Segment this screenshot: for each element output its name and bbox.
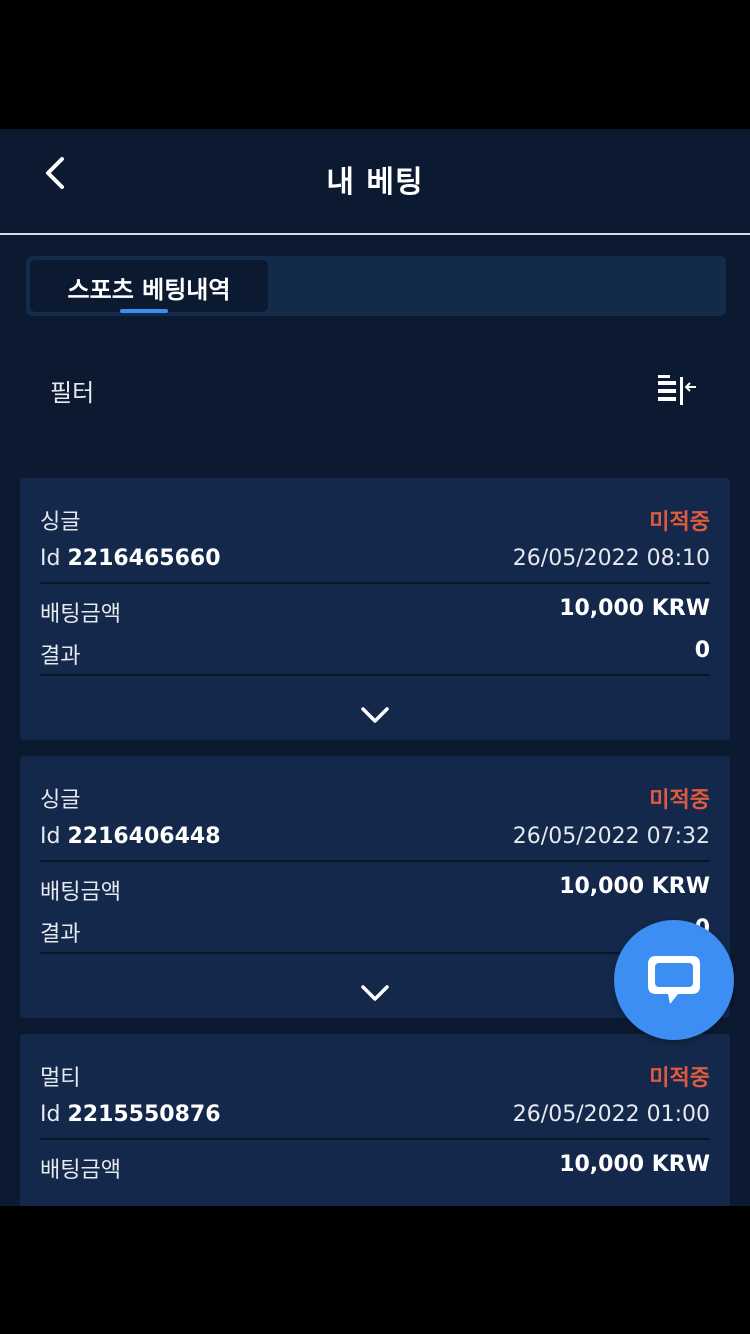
- bet-datetime: 26/05/2022 01:00: [512, 1102, 710, 1127]
- bet-type-row: 싱글 미적중: [40, 504, 710, 540]
- bet-result-row: 결과 0: [40, 638, 710, 674]
- bet-status: 미적중: [649, 510, 710, 535]
- bet-id-label: Id: [40, 1102, 61, 1127]
- divider: [40, 860, 710, 862]
- chevron-down-icon: [361, 985, 389, 1001]
- bet-status: 미적중: [649, 1066, 710, 1091]
- result-label: 결과: [40, 644, 81, 669]
- bet-datetime: 26/05/2022 08:10: [512, 546, 710, 571]
- divider: [40, 674, 710, 676]
- stake-label: 배팅금액: [40, 1158, 121, 1183]
- live-chat-button[interactable]: [614, 920, 734, 1040]
- divider: [40, 582, 710, 584]
- bet-card[interactable]: 싱글 미적중 Id 2216465660 26/05/2022 08:10 배팅…: [20, 478, 730, 740]
- bet-id-row: Id 2216465660 26/05/2022 08:10: [40, 546, 710, 582]
- bet-id-label: Id: [40, 546, 61, 571]
- chat-bubble-icon: [648, 956, 700, 1004]
- bet-type-row: 싱글 미적중: [40, 782, 710, 818]
- filter-label[interactable]: 필터: [50, 373, 94, 408]
- filter-collapse-icon: [658, 375, 696, 405]
- header: 내 베팅: [0, 129, 750, 235]
- bet-datetime: 26/05/2022 07:32: [512, 824, 710, 849]
- result-value: 0: [694, 638, 710, 663]
- stake-amount: 10,000 KRW: [559, 596, 710, 621]
- bet-type: 싱글: [40, 510, 81, 535]
- expand-button[interactable]: [355, 702, 395, 728]
- bet-id-row: Id 2216406448 26/05/2022 07:32: [40, 824, 710, 860]
- stake-label: 배팅금액: [40, 602, 121, 627]
- bet-status: 미적중: [649, 788, 710, 813]
- app-screen: 내 베팅 스포츠 베팅내역 필터 싱글 미적중 Id 2216465660 26…: [0, 129, 750, 1206]
- page-title: 내 베팅: [326, 165, 424, 200]
- result-label: 결과: [40, 922, 81, 947]
- chevron-down-icon: [361, 707, 389, 723]
- expand-button[interactable]: [355, 980, 395, 1006]
- stake-label: 배팅금액: [40, 880, 121, 905]
- divider: [40, 1138, 710, 1140]
- bet-type-row: 멀티 미적중: [40, 1060, 710, 1096]
- bet-result-row: 결과 0: [40, 916, 710, 952]
- bet-id: 2215550876: [67, 1102, 221, 1127]
- tab-sports-bet-history[interactable]: 스포츠 베팅내역: [30, 260, 268, 313]
- bet-id-row: Id 2215550876 26/05/2022 01:00: [40, 1102, 710, 1138]
- bet-type: 멀티: [40, 1066, 81, 1091]
- bet-stake-row: 배팅금액 10,000 KRW: [40, 874, 710, 910]
- bet-type: 싱글: [40, 788, 81, 813]
- stake-amount: 10,000 KRW: [559, 874, 710, 899]
- filter-row: 필터: [0, 359, 750, 419]
- bet-stake-row: 배팅금액 10,000 KRW: [40, 1152, 710, 1188]
- bet-stake-row: 배팅금액 10,000 KRW: [40, 596, 710, 632]
- bet-id: 2216465660: [67, 546, 221, 571]
- bet-card[interactable]: 멀티 미적중 Id 2215550876 26/05/2022 01:00 배팅…: [20, 1034, 730, 1206]
- filter-button[interactable]: [652, 369, 700, 409]
- bet-id-label: Id: [40, 824, 61, 849]
- tab-label: 스포츠 베팅내역: [67, 276, 231, 304]
- stake-amount: 10,000 KRW: [559, 1152, 710, 1177]
- divider: [40, 952, 710, 954]
- tab-bar: 스포츠 베팅내역: [26, 256, 726, 316]
- active-tab-indicator: [120, 309, 168, 313]
- bet-id: 2216406448: [67, 824, 221, 849]
